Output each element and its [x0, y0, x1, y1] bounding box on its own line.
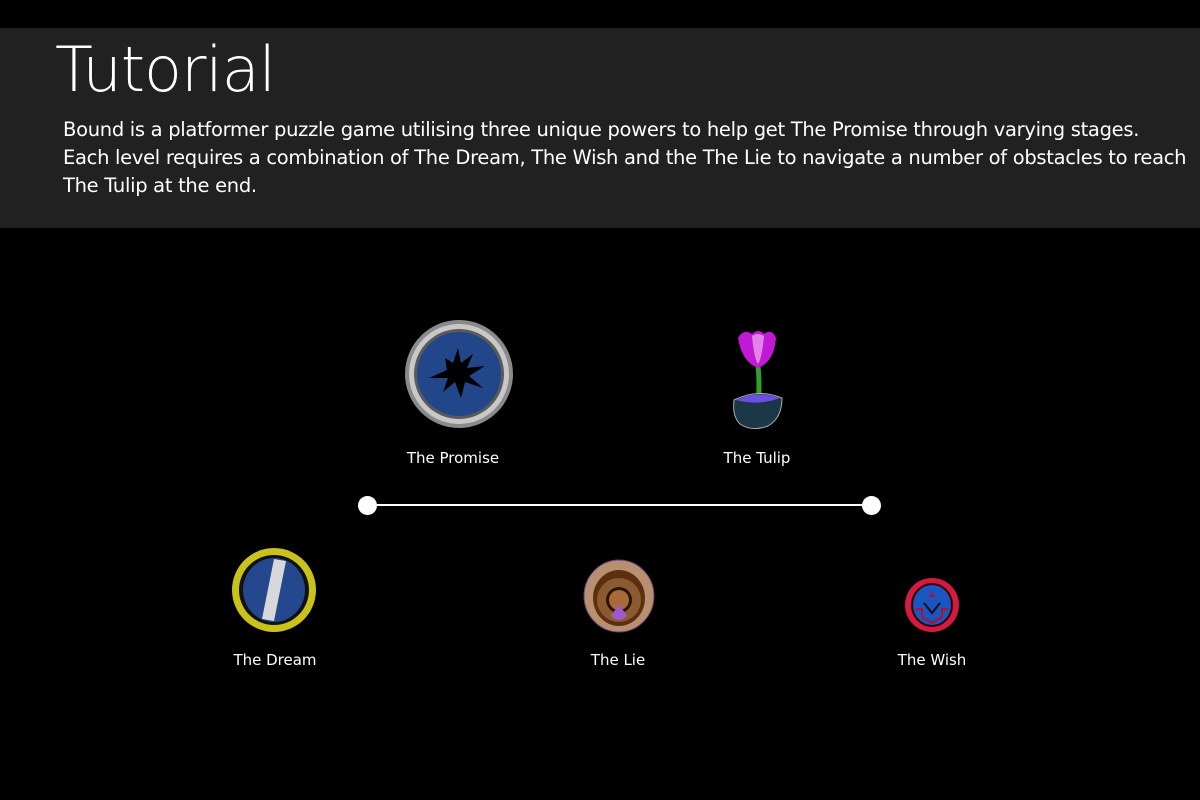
promise-label: The Promise [406, 449, 500, 467]
tulip-icon [733, 331, 783, 430]
lie-icon [583, 559, 655, 633]
progress-track[interactable] [367, 504, 871, 506]
tulip-label: The Tulip [723, 449, 791, 467]
promise-icon [405, 320, 513, 428]
lie-label: The Lie [590, 651, 646, 669]
wish-label: The Wish [897, 651, 967, 669]
page-title: Tutorial [55, 33, 276, 106]
dream-label: The Dream [233, 651, 317, 669]
tutorial-description: Bound is a platformer puzzle game utilis… [63, 118, 1187, 197]
dream-icon [232, 548, 316, 632]
progress-start-handle[interactable] [358, 496, 377, 515]
wish-icon [905, 578, 959, 632]
progress-end-handle[interactable] [862, 496, 881, 515]
